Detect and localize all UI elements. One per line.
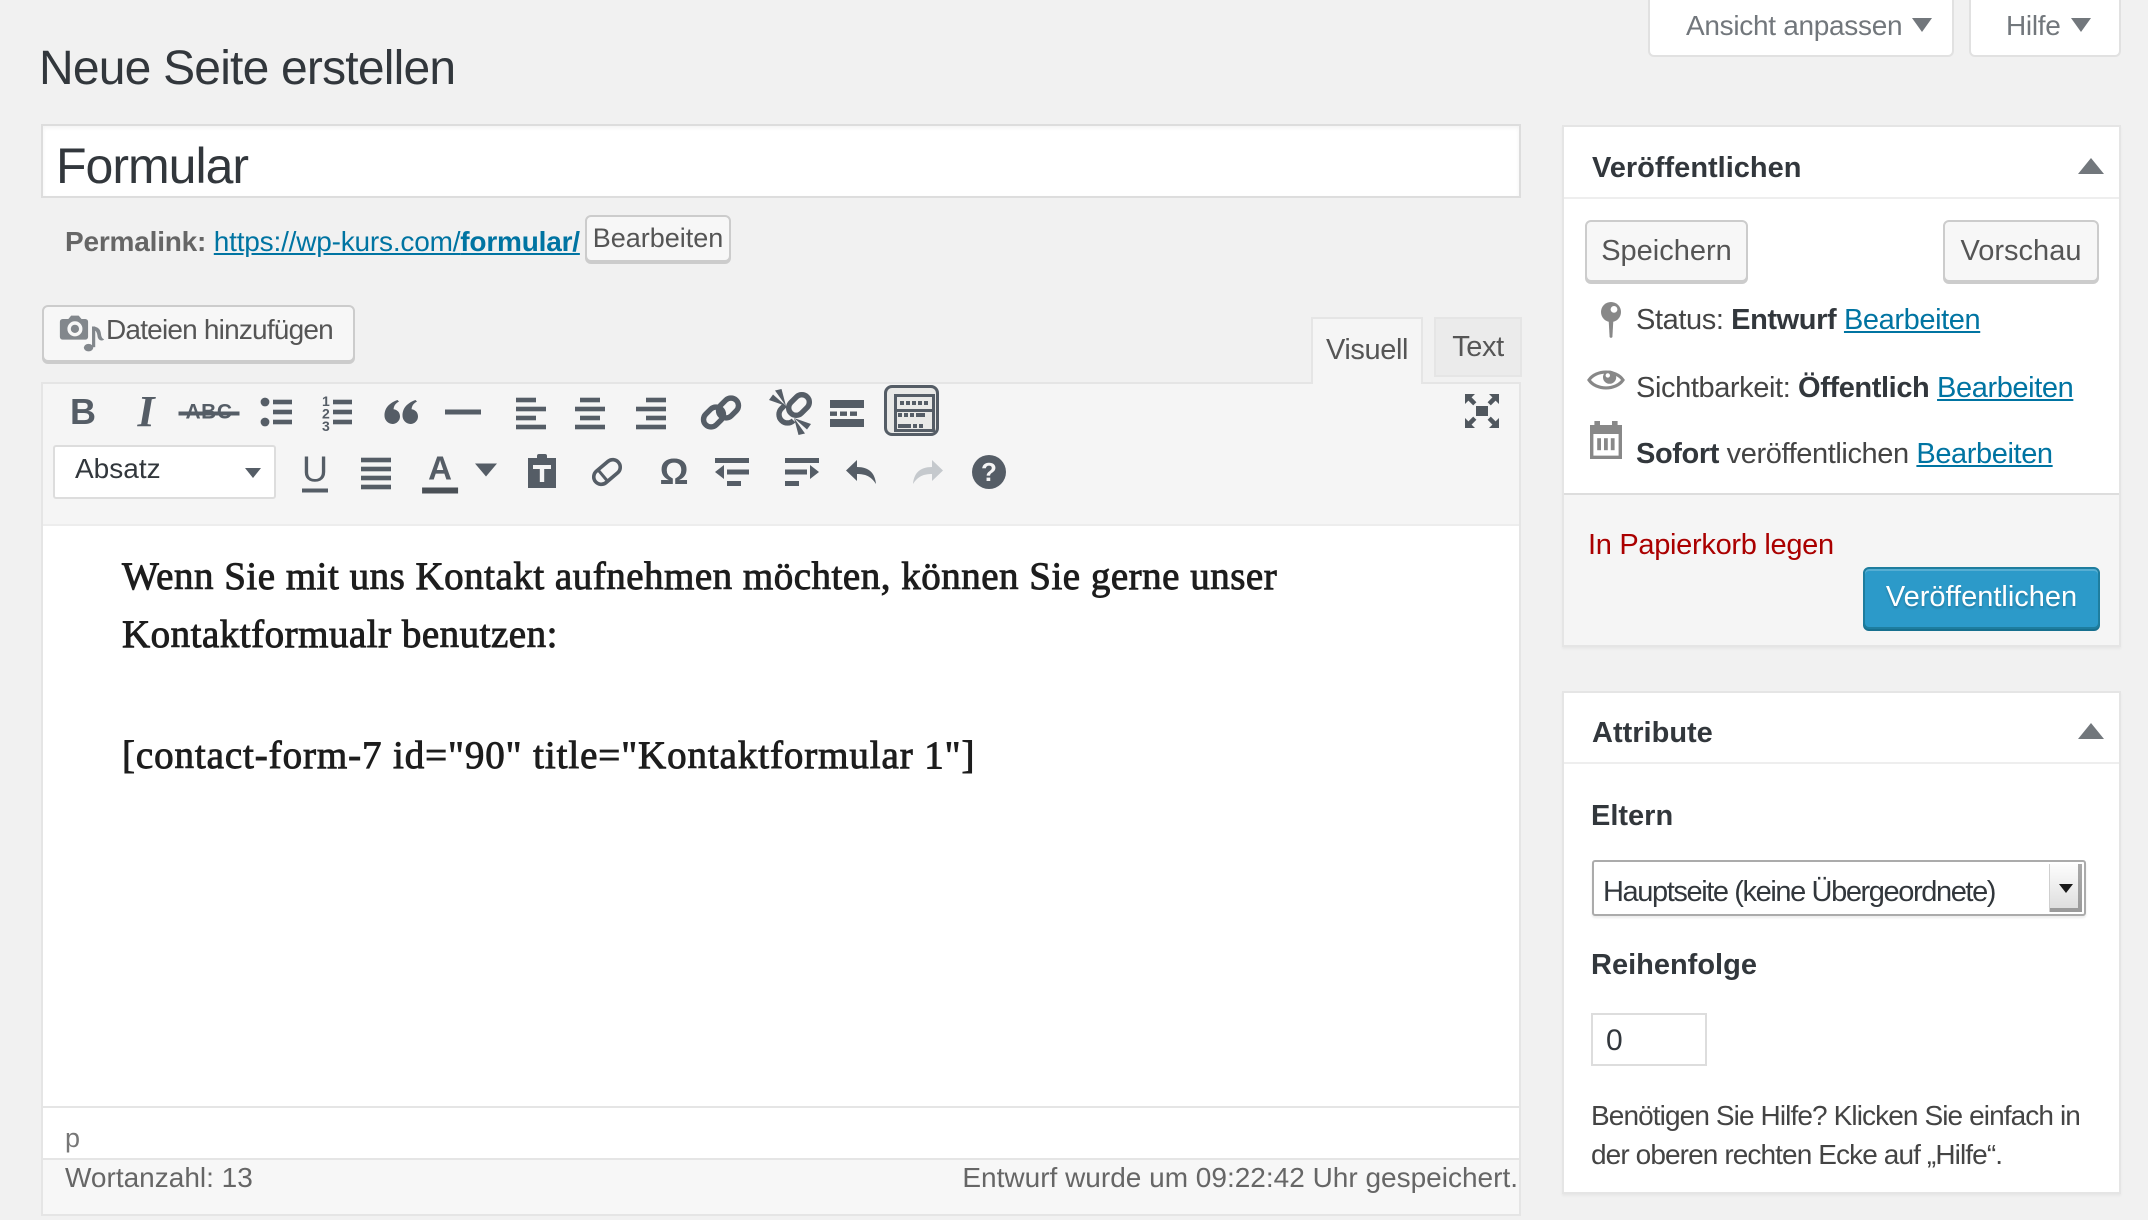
svg-text:3: 3 <box>322 418 330 434</box>
